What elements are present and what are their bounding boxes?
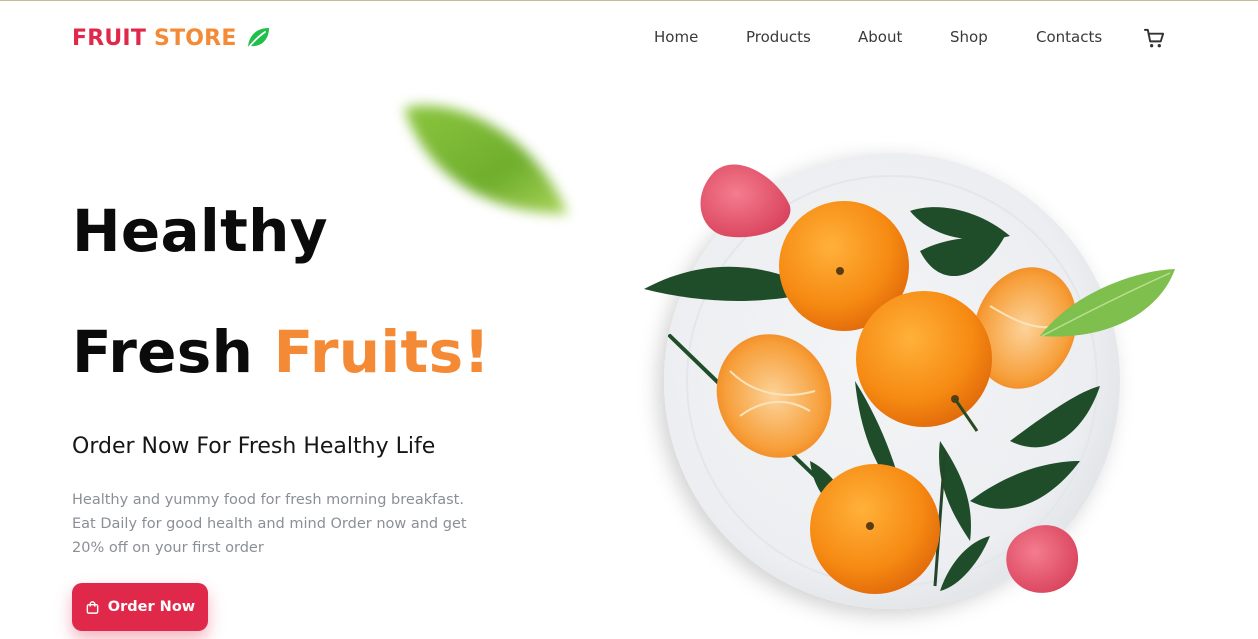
floating-leaf-image — [404, 105, 568, 214]
hero-heading-line1: Healthy — [72, 197, 328, 265]
cart-icon[interactable] — [1143, 27, 1166, 50]
order-now-button[interactable]: Order Now — [72, 583, 208, 631]
hero-heading-fresh: Fresh — [72, 318, 254, 386]
landing-page: FRUIT STORE Home Products About Shop Con… — [0, 0, 1258, 639]
main-nav: Home Products About Shop Contacts — [0, 28, 1258, 50]
hero-heading-line2: Fresh Fruits! — [72, 318, 490, 386]
hero-heading-fruits: Fruits! — [273, 318, 491, 386]
order-now-label: Order Now — [107, 599, 196, 615]
nav-products[interactable]: Products — [746, 28, 811, 46]
nav-shop[interactable]: Shop — [950, 28, 988, 46]
hero-subtitle: Order Now For Fresh Healthy Life — [72, 434, 436, 459]
plate-of-oranges-image — [644, 153, 1175, 609]
nav-about[interactable]: About — [858, 28, 902, 46]
nav-home[interactable]: Home — [654, 28, 698, 46]
hero-description: Healthy and yummy food for fresh morning… — [72, 492, 467, 556]
shopping-bag-icon — [86, 600, 99, 614]
nav-contacts[interactable]: Contacts — [1036, 28, 1102, 46]
